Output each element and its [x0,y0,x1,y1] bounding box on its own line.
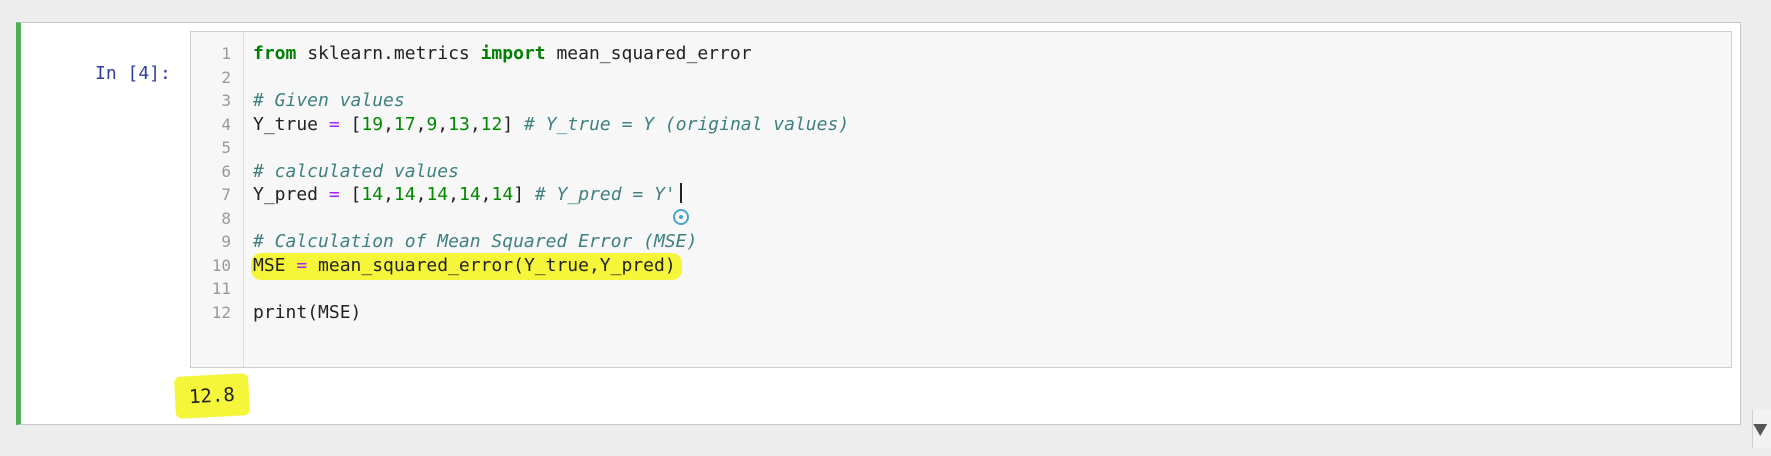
code-token: [ [339,113,362,135]
line-number: 7 [221,185,231,204]
code-token: , [469,113,481,135]
code-text: # calculated values [253,159,459,185]
cell-output: 12.8 [173,373,250,419]
code-line[interactable]: 5 [191,135,1731,161]
code-token: = [328,113,340,135]
cell-prompt: In [4]: [95,63,171,84]
code-token: , [437,113,449,135]
code-token: , [383,184,394,205]
code-text: # Given values [253,88,405,114]
code-text: Y_pred = [14,14,14,14,14] # Y_pred = Y' [253,182,682,208]
notebook-page: In [4]: 1 from sklearn.metrics import mea… [0,0,1771,456]
pointer-arrow-icon [1752,410,1771,448]
code-token: 19 [361,113,384,135]
code-token: , [383,113,394,135]
code-text: print(MSE) [253,300,361,326]
code-line[interactable]: 9 # Calculation of Mean Squared Error (MS… [191,229,1731,255]
code-token: # Calculation of Mean Squared Error (MSE… [253,231,698,252]
code-token: [ [339,184,362,205]
code-line[interactable]: 6 # calculated values [191,159,1731,185]
code-token: , [415,113,427,135]
code-line[interactable]: 2 [191,65,1731,91]
code-token: Y_pred [253,184,329,205]
code-token: from [253,43,297,64]
code-token: ] [502,113,525,135]
code-line[interactable]: 3 # Given values [191,88,1731,114]
code-token: 14 [426,184,449,205]
code-line[interactable]: 10 MSE = mean_squared_error(Y_true,Y_pred… [191,252,1731,280]
code-token: 9 [426,113,438,135]
code-token: 14 [458,184,481,205]
line-number: 1 [221,44,231,63]
code-token: # Given values [253,90,405,111]
code-token: 12 [480,113,503,135]
code-token: # calculated values [253,160,459,182]
code-token: (MSE) [307,301,362,323]
code-token: , [480,184,492,205]
code-token: ] [513,184,535,205]
code-token: print [253,301,308,323]
code-line[interactable]: 12 print(MSE) [191,300,1731,326]
code-token: 14 [491,184,514,205]
code-line[interactable]: 11 [191,276,1731,302]
code-token: mean_squared_error [545,43,752,64]
code-cell[interactable]: In [4]: 1 from sklearn.metrics import mea… [16,22,1741,425]
line-number: 9 [221,232,231,251]
code-text: # Calculation of Mean Squared Error (MSE… [253,229,697,255]
code-line[interactable]: 4 Y_true = [19,17,9,13,12] # Y_true = Y (… [191,112,1731,138]
line-number: 3 [221,91,231,110]
code-token: = [328,184,340,205]
code-token: sklearn.metrics [296,43,481,64]
code-token: 14 [361,184,384,205]
code-text: from sklearn.metrics import mean_squared… [253,41,752,67]
line-number: 4 [221,114,231,134]
code-token: , [448,184,459,205]
code-token: , [415,184,427,205]
code-token: = [296,254,308,276]
code-text: Y_true = [19,17,9,13,12] # Y_true = Y (o… [253,112,849,138]
code-token: # Y_true = Y (original values) [524,113,850,135]
code-token: MSE [253,254,297,276]
code-token: mean_squared_error(Y_true,Y_pred) [307,254,676,276]
code-token: import [480,43,546,64]
line-number: 12 [211,302,231,322]
code-editor[interactable]: 1 from sklearn.metrics import mean_square… [190,31,1732,368]
line-number: 6 [221,161,231,181]
line-number: 11 [211,279,231,298]
code-line[interactable]: 8 [191,206,1731,232]
code-text: MSE = mean_squared_error(Y_true,Y_pred) [251,252,682,280]
line-number: 5 [221,138,231,157]
text-cursor [679,183,682,203]
code-line[interactable]: 1 from sklearn.metrics import mean_square… [191,41,1731,67]
target-icon [673,209,689,225]
code-token: Y_true [253,113,329,135]
code-token: 13 [448,113,470,135]
code-token: 14 [393,184,416,205]
line-number: 2 [221,67,231,87]
code-token: 17 [393,113,416,135]
code-token: # Y_pred = Y' [534,184,676,205]
code-line[interactable]: 7 Y_pred = [14,14,14,14,14] # Y_pred = Y' [191,182,1731,208]
line-number: 10 [211,255,231,275]
line-number: 8 [221,208,231,228]
